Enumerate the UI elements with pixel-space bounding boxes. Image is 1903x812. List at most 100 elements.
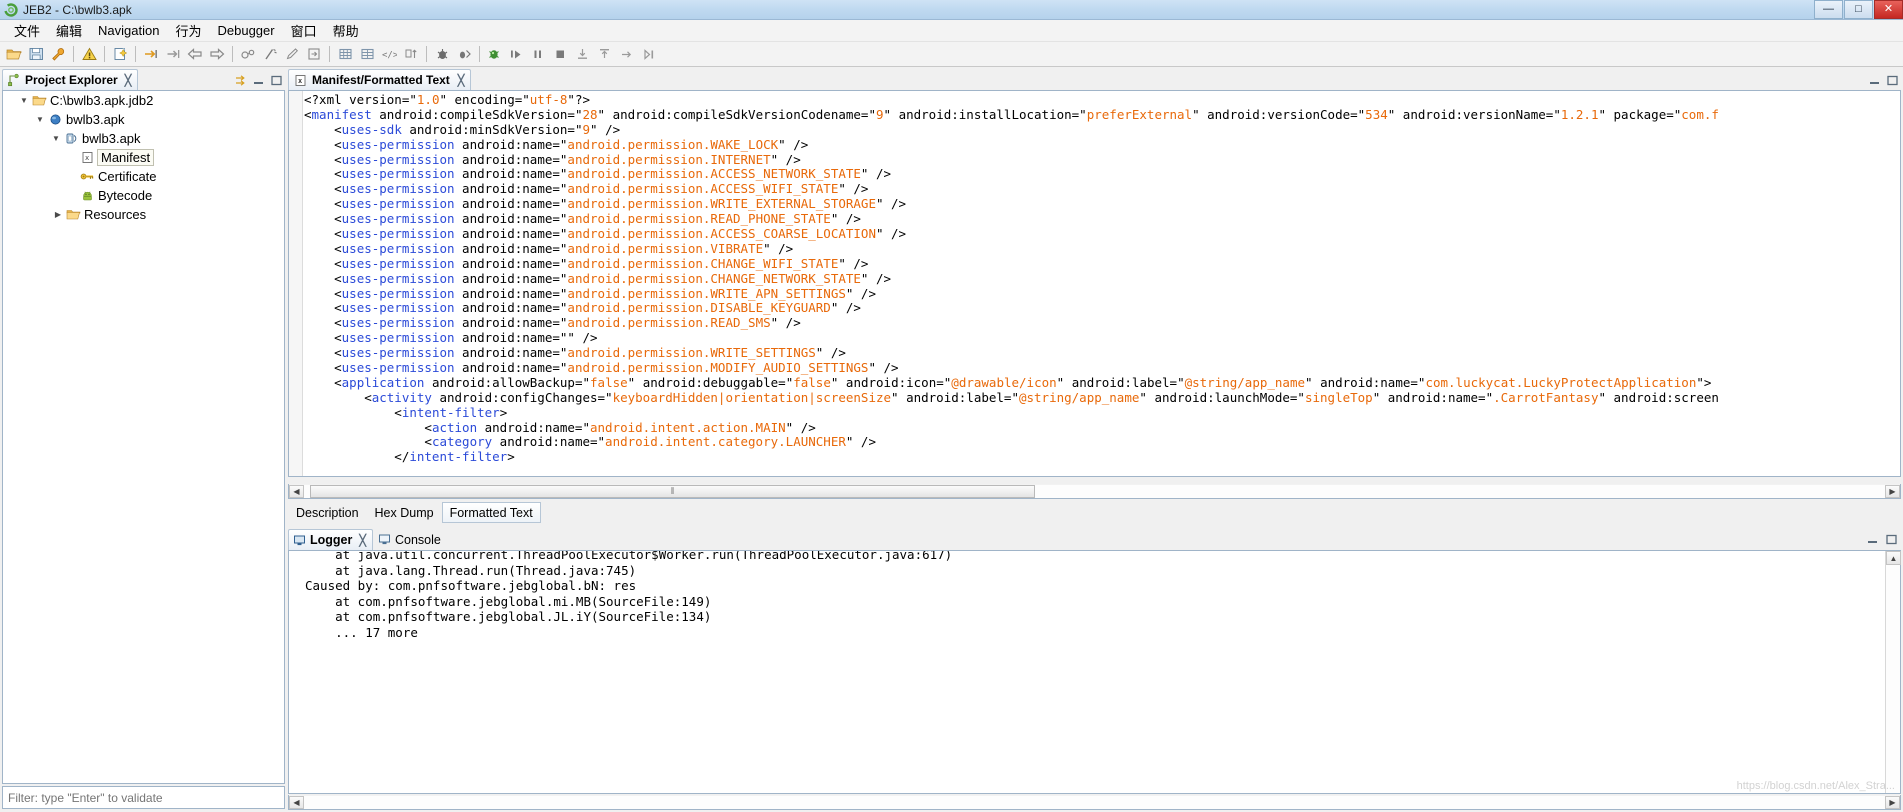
link-editor-icon[interactable] bbox=[234, 74, 247, 87]
close-icon[interactable]: ╳ bbox=[458, 74, 465, 87]
maximize-editor-icon[interactable] bbox=[1886, 74, 1899, 87]
tab-hex-dump[interactable]: Hex Dump bbox=[367, 502, 442, 523]
sort-icon[interactable] bbox=[401, 44, 421, 64]
minimize-panel-icon[interactable] bbox=[252, 74, 265, 87]
menu-help[interactable]: 帮助 bbox=[325, 19, 367, 42]
toolbar-separator bbox=[479, 46, 480, 62]
minimize-editor-icon[interactable] bbox=[1868, 74, 1881, 87]
pause-icon[interactable] bbox=[529, 44, 549, 64]
maximize-button[interactable]: □ bbox=[1844, 0, 1873, 19]
chevron-down-icon[interactable]: ▼ bbox=[49, 134, 63, 143]
tree-item-label: bwlb3.apk bbox=[66, 112, 125, 127]
tab-description[interactable]: Description bbox=[288, 502, 367, 523]
filter-input[interactable] bbox=[2, 786, 285, 809]
tree-item-apk-unit[interactable]: ▼ bwlb3.apk bbox=[3, 129, 284, 148]
scroll-left-icon[interactable]: ◀ bbox=[289, 484, 304, 498]
menu-file[interactable]: 文件 bbox=[6, 19, 48, 42]
code-line: <uses-permission android:name="android.p… bbox=[304, 151, 801, 167]
tree-item-label: Resources bbox=[84, 207, 147, 222]
tab-logger[interactable]: Logger ╳ bbox=[288, 529, 373, 550]
tab-manifest-formatted-text[interactable]: x Manifest/Formatted Text ╳ bbox=[288, 69, 472, 90]
save-icon[interactable] bbox=[26, 44, 46, 64]
table-view-icon[interactable] bbox=[335, 44, 355, 64]
blue-sphere-icon bbox=[47, 113, 63, 126]
step-return-icon[interactable] bbox=[617, 44, 637, 64]
scroll-right-icon[interactable]: ▶ bbox=[1885, 795, 1900, 809]
project-explorer-icon bbox=[7, 73, 21, 87]
scroll-up-icon[interactable]: ▲ bbox=[1886, 551, 1901, 565]
tree-item-label: Certificate bbox=[98, 169, 157, 184]
tab-formatted-text[interactable]: Formatted Text bbox=[441, 502, 541, 523]
close-button[interactable]: ✕ bbox=[1874, 0, 1903, 19]
tree-item-manifest[interactable]: x Manifest bbox=[3, 148, 284, 167]
code-line: <uses-permission android:name="" /> bbox=[304, 330, 598, 346]
scroll-left-icon[interactable]: ◀ bbox=[289, 795, 304, 809]
menu-debugger[interactable]: Debugger bbox=[209, 21, 282, 40]
project-tree[interactable]: ▼ C:\bwlb3.apk.jdb2 ▼ bwlb3.apk ▼ bwlb3.… bbox=[2, 90, 285, 784]
goto-address-icon[interactable] bbox=[141, 44, 161, 64]
menu-action[interactable]: 行为 bbox=[167, 19, 209, 42]
wrench-icon[interactable] bbox=[48, 44, 68, 64]
maximize-panel-icon[interactable] bbox=[270, 74, 283, 87]
tree-item-resources[interactable]: ▶ Resources bbox=[3, 205, 284, 224]
project-explorer-tabbar: Project Explorer ╳ bbox=[2, 68, 285, 90]
chevron-right-icon[interactable]: ▶ bbox=[51, 210, 65, 219]
code-line: <uses-permission android:name="android.p… bbox=[304, 285, 876, 301]
tree-item-certificate[interactable]: Certificate bbox=[3, 167, 284, 186]
code-content[interactable]: <?xml version="1.0" encoding="utf-8"?> <m… bbox=[304, 93, 1900, 476]
tab-console[interactable]: Console bbox=[373, 529, 448, 550]
chevron-down-icon[interactable]: ▼ bbox=[17, 96, 31, 105]
editor-horizontal-scrollbar[interactable]: ◀ ⦀ ▶ bbox=[288, 484, 1901, 499]
open-folder-icon[interactable] bbox=[4, 44, 24, 64]
logger-output[interactable]: at java.util.concurrent.ThreadPoolExecut… bbox=[288, 550, 1901, 794]
logger-horizontal-scrollbar[interactable]: ◀ ▶ bbox=[288, 795, 1901, 810]
step-into-icon[interactable] bbox=[573, 44, 593, 64]
breakpoint-icon[interactable] bbox=[454, 44, 474, 64]
minimize-logger-icon[interactable] bbox=[1866, 533, 1879, 546]
menubar: 文件 编辑 Navigation 行为 Debugger 窗口 帮助 bbox=[0, 20, 1903, 42]
logger-vertical-scrollbar[interactable]: ▲ bbox=[1885, 551, 1901, 793]
tree-item-apk-project[interactable]: ▼ bwlb3.apk bbox=[3, 110, 284, 129]
toolbar-separator bbox=[232, 46, 233, 62]
minimize-button[interactable]: — bbox=[1814, 0, 1843, 19]
close-icon[interactable]: ╳ bbox=[359, 534, 366, 547]
comment-icon[interactable] bbox=[260, 44, 280, 64]
step-out-icon[interactable] bbox=[595, 44, 615, 64]
back-arrow-icon[interactable] bbox=[185, 44, 205, 64]
code-view-icon[interactable]: </> bbox=[379, 44, 399, 64]
code-line: <?xml version="1.0" encoding="utf-8"?> bbox=[304, 93, 590, 107]
bug-icon[interactable] bbox=[432, 44, 452, 64]
tree-item-project-root[interactable]: ▼ C:\bwlb3.apk.jdb2 bbox=[3, 91, 284, 110]
debug-start-icon[interactable] bbox=[485, 44, 505, 64]
tree-item-label: C:\bwlb3.apk.jdb2 bbox=[50, 93, 154, 108]
rename-icon[interactable] bbox=[282, 44, 302, 64]
scroll-thumb[interactable]: ⦀ bbox=[310, 484, 1035, 498]
scroll-right-icon[interactable]: ▶ bbox=[1885, 484, 1900, 498]
step-over-icon[interactable] bbox=[507, 44, 527, 64]
run-to-icon[interactable] bbox=[639, 44, 659, 64]
tab-label: Project Explorer bbox=[25, 73, 118, 87]
scroll-track[interactable]: ⦀ bbox=[304, 484, 1885, 498]
warning-icon[interactable] bbox=[79, 44, 99, 64]
code-line: <uses-permission android:name="android.p… bbox=[304, 196, 907, 212]
menu-edit[interactable]: 编辑 bbox=[48, 19, 90, 42]
jump-forward-icon[interactable] bbox=[163, 44, 183, 64]
close-icon[interactable]: ╳ bbox=[125, 74, 132, 87]
scroll-track[interactable] bbox=[304, 795, 1885, 809]
tree-item-bytecode[interactable]: Bytecode bbox=[3, 186, 284, 205]
project-explorer-panel: Project Explorer ╳ ▼ C:\bwlb3.apk.jdb2 ▼… bbox=[2, 68, 285, 810]
export-icon[interactable] bbox=[304, 44, 324, 64]
grid-view-icon[interactable] bbox=[357, 44, 377, 64]
code-line: <uses-permission android:name="android.p… bbox=[304, 345, 846, 361]
new-document-icon[interactable] bbox=[110, 44, 130, 64]
decompile-icon[interactable] bbox=[238, 44, 258, 64]
menu-window[interactable]: 窗口 bbox=[283, 19, 325, 42]
menu-navigation[interactable]: Navigation bbox=[90, 21, 167, 40]
chevron-down-icon[interactable]: ▼ bbox=[33, 115, 47, 124]
code-editor[interactable]: <?xml version="1.0" encoding="utf-8"?> <m… bbox=[288, 90, 1901, 477]
forward-arrow-icon[interactable] bbox=[207, 44, 227, 64]
stop-icon[interactable] bbox=[551, 44, 571, 64]
maximize-logger-icon[interactable] bbox=[1885, 533, 1898, 546]
tab-label: Manifest/Formatted Text bbox=[312, 73, 450, 87]
tab-project-explorer[interactable]: Project Explorer ╳ bbox=[2, 69, 139, 90]
